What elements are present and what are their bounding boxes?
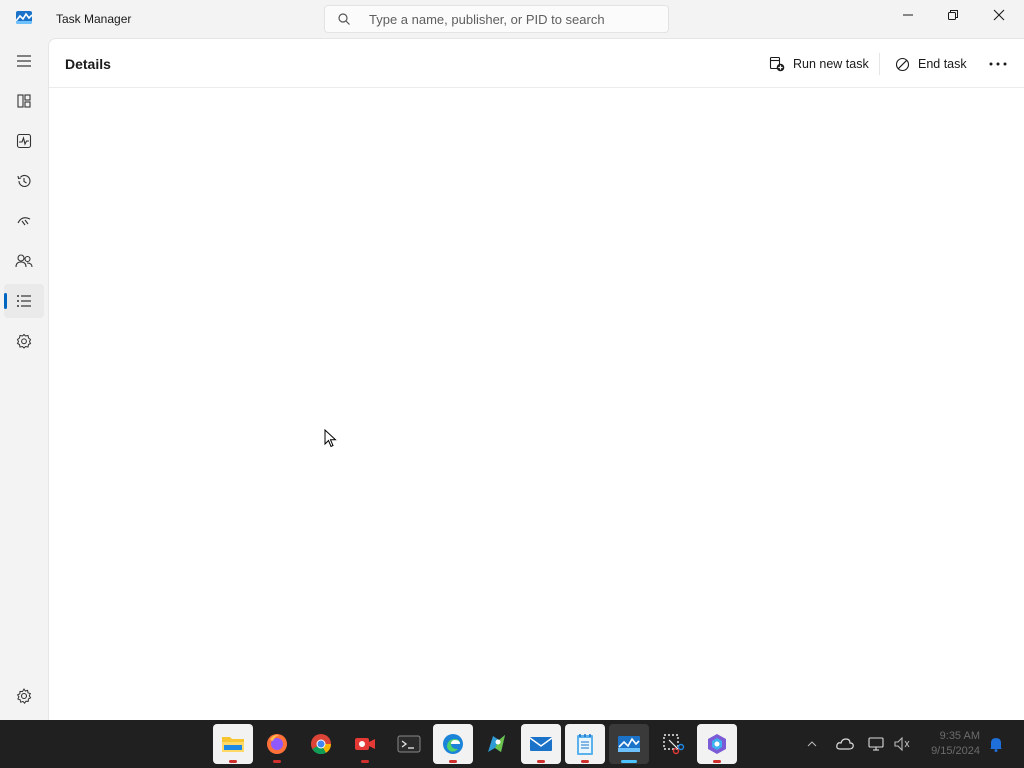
chrome-icon [311, 734, 332, 755]
running-indicator [581, 760, 589, 763]
copilot-icon [708, 734, 726, 754]
taskbar-edge[interactable] [433, 724, 473, 764]
taskbar-task-manager[interactable] [609, 724, 649, 764]
taskbar-maps[interactable] [477, 724, 517, 764]
bell-icon [990, 738, 1002, 752]
performance-icon [16, 133, 32, 149]
tray-onedrive[interactable] [834, 720, 856, 768]
task-manager-icon [16, 11, 32, 24]
maps-icon [488, 735, 505, 752]
taskbar-mail[interactable] [521, 724, 561, 764]
network-icon [868, 737, 884, 751]
search-box[interactable] [324, 5, 669, 33]
notepad-icon [577, 734, 593, 755]
nav-processes[interactable] [4, 84, 44, 118]
cloud-icon [836, 738, 854, 750]
taskbar-firefox[interactable] [257, 724, 297, 764]
command-separator [879, 53, 880, 75]
end-task-button[interactable]: End task [889, 51, 973, 77]
close-icon [993, 9, 1005, 21]
nav-users[interactable] [4, 244, 44, 278]
mouse-cursor [324, 429, 337, 448]
restore-button[interactable] [930, 0, 976, 30]
tray-overflow-button[interactable] [802, 720, 822, 768]
firefox-icon [267, 734, 287, 754]
tray-network[interactable] [865, 720, 887, 768]
tray-volume[interactable] [891, 720, 913, 768]
page-title: Details [65, 56, 111, 72]
nav-settings[interactable] [4, 679, 44, 713]
more-icon [989, 62, 1007, 66]
system-clock[interactable]: 9:35 AM 9/15/2024 [920, 729, 980, 759]
taskbar-terminal[interactable] [389, 724, 429, 764]
end-task-label: End task [918, 57, 967, 71]
services-icon [16, 333, 32, 349]
run-new-task-label: Run new task [793, 57, 869, 71]
window-title: Task Manager [56, 12, 132, 26]
minimize-icon [903, 14, 913, 16]
clock-time: 9:35 AM [939, 730, 980, 742]
search-icon [338, 13, 350, 25]
taskbar-file-explorer[interactable] [213, 724, 253, 764]
end-task-icon [895, 57, 910, 72]
snipping-tool-icon [663, 734, 685, 755]
nav-services[interactable] [4, 324, 44, 358]
users-icon [15, 254, 33, 268]
running-indicator [229, 760, 237, 763]
startup-icon [17, 217, 31, 226]
clock-date: 9/15/2024 [931, 745, 980, 757]
command-bar: Details Run new task End task [49, 39, 1024, 88]
running-indicator [449, 760, 457, 763]
taskbar-notepad[interactable] [565, 724, 605, 764]
nav-app-history[interactable] [4, 164, 44, 198]
more-options-button[interactable] [982, 51, 1014, 77]
active-app-indicator [621, 760, 637, 763]
restore-icon [948, 10, 958, 20]
close-button[interactable] [976, 0, 1022, 30]
history-icon [17, 174, 31, 187]
taskbar-chrome[interactable] [301, 724, 341, 764]
minimize-button[interactable] [885, 0, 931, 30]
taskbar: 9:35 AM 9/15/2024 [0, 720, 1024, 768]
running-indicator [361, 760, 369, 763]
main-panel: Details Run new task End task [48, 38, 1024, 720]
gear-icon [16, 688, 32, 704]
taskbar-screen-recorder[interactable] [345, 724, 385, 764]
taskbar-snipping-tool[interactable] [653, 724, 693, 764]
details-icon [17, 295, 31, 307]
notification-button[interactable] [985, 720, 1007, 768]
taskbar-copilot[interactable] [697, 724, 737, 764]
nav-startup-apps[interactable] [4, 204, 44, 238]
left-navigation [0, 38, 48, 720]
video-camera-icon [355, 738, 375, 750]
hamburger-menu-button[interactable] [4, 44, 44, 78]
running-indicator [537, 760, 545, 763]
active-indicator [4, 293, 7, 309]
edge-icon [443, 734, 463, 754]
run-task-icon [769, 56, 785, 72]
task-manager-icon [618, 736, 640, 752]
mail-icon [529, 737, 553, 751]
run-new-task-button[interactable]: Run new task [763, 51, 875, 77]
menu-icon [17, 55, 31, 67]
running-indicator [713, 760, 721, 763]
nav-details[interactable] [4, 284, 44, 318]
search-input[interactable] [369, 6, 659, 32]
chevron-up-icon [807, 741, 817, 747]
nav-performance[interactable] [4, 124, 44, 158]
running-indicator [273, 760, 281, 763]
folder-icon [222, 737, 244, 752]
speaker-icon [894, 737, 910, 751]
title-bar: Task Manager [0, 0, 1024, 38]
terminal-icon [397, 735, 421, 753]
processes-icon [17, 94, 31, 108]
